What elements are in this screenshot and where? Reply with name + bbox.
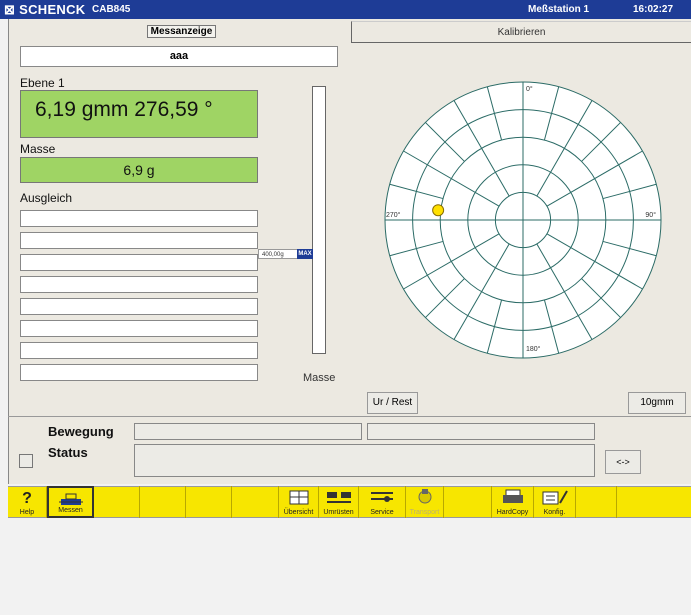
ausgleich-row: [20, 364, 258, 381]
masse-label: Masse: [20, 142, 56, 156]
toolbar-button-label: Transport: [409, 509, 440, 516]
toolbar-button-übersicht[interactable]: Übersicht: [279, 486, 319, 518]
bewegung-label: Bewegung: [48, 424, 114, 439]
title-bar: ⊠ SCHENCK CAB845 Meßstation 1 16:02:27: [0, 0, 691, 19]
toolbar-button-label: Help: [19, 509, 35, 516]
toolbar-button-service[interactable]: Service: [359, 486, 406, 518]
toolbar-button-label: HardCopy: [496, 509, 529, 516]
toolbar-button-umrüsten[interactable]: Umrüsten: [319, 486, 359, 518]
tab-kalibrieren[interactable]: Kalibrieren: [351, 21, 691, 43]
ausgleich-row: [20, 298, 258, 315]
gauge-caption: Masse: [303, 372, 336, 384]
toolbar-button-hardcopy[interactable]: HardCopy: [492, 486, 534, 518]
ausgleich-row: [20, 232, 258, 249]
range-button[interactable]: 10gmm: [628, 392, 686, 414]
masse-value: 6,9 g: [20, 157, 258, 183]
toolbar-button-label: Messen: [58, 507, 83, 514]
toolbar-button-empty[interactable]: [444, 486, 492, 518]
toolbar-button-empty[interactable]: [140, 486, 186, 518]
toolbar-button-messen[interactable]: Messen: [47, 486, 94, 518]
toolbar-button-label: Übersicht: [283, 509, 314, 516]
toolbar-button-empty[interactable]: [94, 486, 140, 518]
polar-label-180: 180°: [526, 345, 541, 353]
toolbar-button-transport: Transport: [406, 486, 444, 518]
ebene-value: 6,19 gmm 276,59 °: [20, 90, 258, 138]
ausgleich-row: [20, 254, 258, 271]
station-label: Meßstation 1: [528, 4, 590, 15]
ausgleich-row: [20, 320, 258, 337]
toolbar-button-konfig-[interactable]: Konfig.: [534, 486, 576, 518]
unbalance-point: [432, 204, 445, 217]
polar-label-90: 90°: [645, 211, 656, 219]
ausgleich-row: [20, 342, 258, 359]
status-field: [134, 444, 595, 477]
toolbar-button-empty[interactable]: [576, 486, 617, 518]
tab-messanzeige[interactable]: Messanzeige: [10, 21, 353, 43]
clock: 16:02:27: [633, 4, 674, 15]
ausgleich-row: [20, 210, 258, 227]
toolbar-button-label: Konfig.: [543, 509, 566, 516]
svg-text:?: ?: [22, 490, 32, 505]
tab-messanzeige-label: Messanzeige: [146, 25, 217, 38]
polar-plot: 0° 90° 180° 270°: [384, 81, 662, 359]
status-indicator: [19, 454, 33, 468]
polar-label-270: 270°: [386, 211, 401, 219]
bewegung-field-1: [134, 423, 362, 440]
tab-kalibrieren-label: Kalibrieren: [497, 27, 546, 38]
toolbar-button-empty[interactable]: [232, 486, 279, 518]
bewegung-field-2: [367, 423, 595, 440]
max-badge: MAX: [297, 249, 313, 259]
ausgleich-row: [20, 276, 258, 293]
status-label: Status: [48, 445, 88, 460]
rotor-name-field[interactable]: aaa: [20, 46, 338, 67]
toggle-arrows-button[interactable]: <->: [605, 450, 641, 474]
mass-gauge-marker-value: 400,00g: [262, 252, 284, 258]
toolbar-button-help[interactable]: ? Help: [8, 486, 47, 518]
toolbar-button-label: Umrüsten: [323, 509, 354, 516]
empty-area: [0, 519, 691, 615]
brand-logo: ⊠ SCHENCK: [4, 2, 86, 17]
mass-gauge: [312, 86, 326, 354]
polar-label-0: 0°: [526, 85, 533, 93]
toolbar-button-label: Service: [370, 509, 394, 516]
divider: [8, 416, 691, 417]
ausgleich-label: Ausgleich: [20, 191, 73, 205]
model-label: CAB845: [92, 4, 131, 15]
toolbar-button-empty[interactable]: [186, 486, 232, 518]
ur-rest-button[interactable]: Ur / Rest: [367, 392, 418, 414]
ebene-label: Ebene 1: [20, 76, 65, 90]
